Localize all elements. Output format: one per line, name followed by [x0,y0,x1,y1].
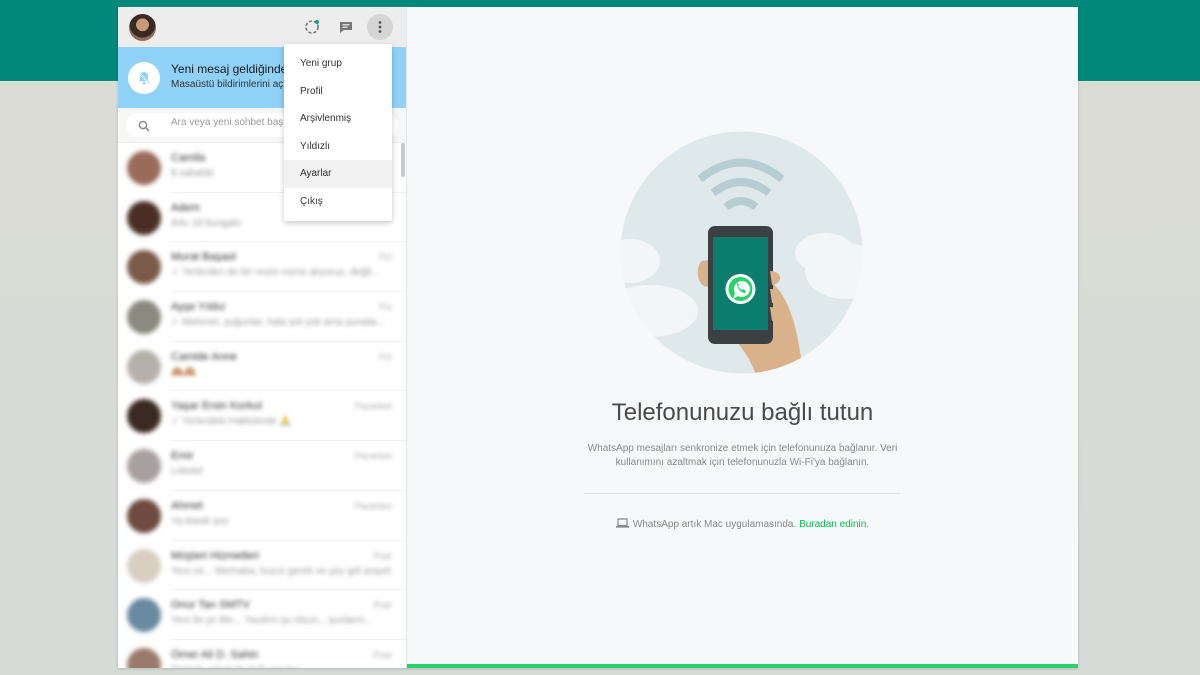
search-icon [138,119,150,137]
contact-avatar [127,598,161,633]
contact-avatar [127,399,161,434]
contact-avatar [127,449,161,484]
whatsapp-web-window: Yeni mesaj geldiğinde b Masaüstü bildiri… [118,7,1078,668]
message-time: Pzar [373,550,392,561]
message-time: Pzt [378,302,392,313]
last-message: 🙈🙈 [171,366,196,378]
message-time: Pzt [378,351,392,362]
notification-subtitle[interactable]: Masaüstü bildirimlerini aç [171,79,283,90]
new-chat-icon[interactable] [333,14,359,40]
main-dropdown-menu: Yeni grup Profil Arşivlenmiş Yıldızlı Ayarla… [284,44,392,221]
user-avatar[interactable] [129,14,156,41]
connection-bar [407,664,1078,668]
mac-app-suffix: . [866,519,870,531]
contact-name: Ahmet [171,499,203,512]
contact-name: Camide Anne [171,350,238,363]
contact-name: Müşteri Hizmetleri [171,549,260,562]
phone-connected-illustration [620,131,863,374]
message-time: Pzar [373,649,392,660]
contact-avatar [127,200,161,235]
last-message: ✓ Mehmet, şuğunlar, hala şöt yok ama şur… [171,317,385,329]
contact-avatar [127,498,161,533]
status-icon[interactable] [299,14,325,40]
contact-avatar [127,300,161,335]
contact-name: Ayşe Yıldız [171,301,226,314]
side-panel: Yeni mesaj geldiğinde b Masaüstü bildiri… [118,7,407,668]
menu-item[interactable]: Arşivlenmiş [284,105,392,133]
contact-name: Onur Tan SMTV [171,599,250,612]
intro-divider [584,493,900,494]
last-message: Yeni ile ye lilin... Yazdım şu olsun... … [171,615,373,627]
contact-avatar [127,250,161,285]
chat-list-item[interactable]: Camide Anne 🙈🙈 Pzt [118,342,406,392]
chat-list-item[interactable]: Yaşar Ersin Korkut ✓ Yerlerdeki Hakkılerd… [118,391,406,442]
menu-item[interactable]: Yıldızlı [284,133,392,161]
notification-title: Yeni mesaj geldiğinde b [171,62,298,76]
message-time: Pazartesi [354,401,392,412]
last-message: ✓ Yerlerdeki Hakkılerde 🙏 [171,416,292,428]
laptop-icon [615,518,629,531]
last-message: ✓ Yerlerden de bir resim esme alıyoruz, … [171,267,380,279]
chat-list-item[interactable]: Emir Lekelel Pazartesi [118,441,406,491]
chat-list-item[interactable]: Onur Tan SMTV Yeni ile ye lilin... Yazdım… [118,590,406,640]
contact-avatar [127,151,161,185]
side-header [118,7,406,47]
menu-icon[interactable] [367,14,393,40]
contact-avatar [127,349,161,384]
message-time: Pzt [378,252,392,263]
intro-panel: Telefonunuzu bağlı tutun WhatsApp mesajl… [407,7,1078,668]
bell-off-icon [128,62,160,94]
contact-name: Yaşar Ersin Korkut [171,400,262,413]
contact-name: Ömer Ali D. Sahin [171,648,259,661]
last-message: Elektrik şirketi ile ilgili yapılan... [171,665,391,668]
last-message: Yeni ne... Merhaba, huzur gerek ve şey g… [171,565,391,577]
chat-list-item[interactable]: Ömer Ali D. Sahin Elektrik şirketi ile il… [118,640,406,668]
mac-app-text: WhatsApp artık Mac uygulamasında. [632,519,797,531]
chat-list: Camila 8 sabahki Adem Arkı 18 bungalo Murat … [118,143,406,668]
message-time: Pazartesi [354,451,392,462]
menu-item[interactable]: Yeni grup [284,50,392,78]
menu-item[interactable]: Profil [284,78,392,106]
chat-list-item[interactable]: Ahmet Ya klasik şey Pazartesi [118,491,406,541]
last-message: Ya klasik şey [171,515,229,527]
message-time: Pzar [373,600,392,611]
mac-app-notice: WhatsApp artık Mac uygulamasında. Burada… [407,518,1078,531]
message-time: Pazartesi [354,500,392,511]
chat-list-item[interactable]: Murat Başaol ✓ Yerlerden de bir resim esm… [118,242,406,293]
menu-item[interactable]: Ayarlar [284,160,392,188]
contact-name: Emir [171,450,194,463]
contact-name: Camila [171,152,206,164]
contact-avatar [127,647,161,668]
menu-item[interactable]: Çıkış [284,188,392,216]
chat-list-scrollbar[interactable] [401,143,405,177]
intro-title: Telefonunuzu bağlı tutun [611,399,874,426]
mac-app-link[interactable]: Buradan edinin [799,519,866,530]
contact-name: Adem [171,201,200,214]
intro-description: WhatsApp mesajları senkronize etmek için… [587,443,898,468]
contact-avatar [127,548,161,583]
contact-name: Murat Başaol [171,251,236,264]
chat-list-item[interactable]: Ayşe Yıldız ✓ Mehmet, şuğunlar, hala şöt … [118,292,406,342]
last-message: Lekelel [171,466,203,478]
chat-list-item[interactable]: Müşteri Hizmetleri Yeni ne... Merhaba, hu… [118,541,406,591]
